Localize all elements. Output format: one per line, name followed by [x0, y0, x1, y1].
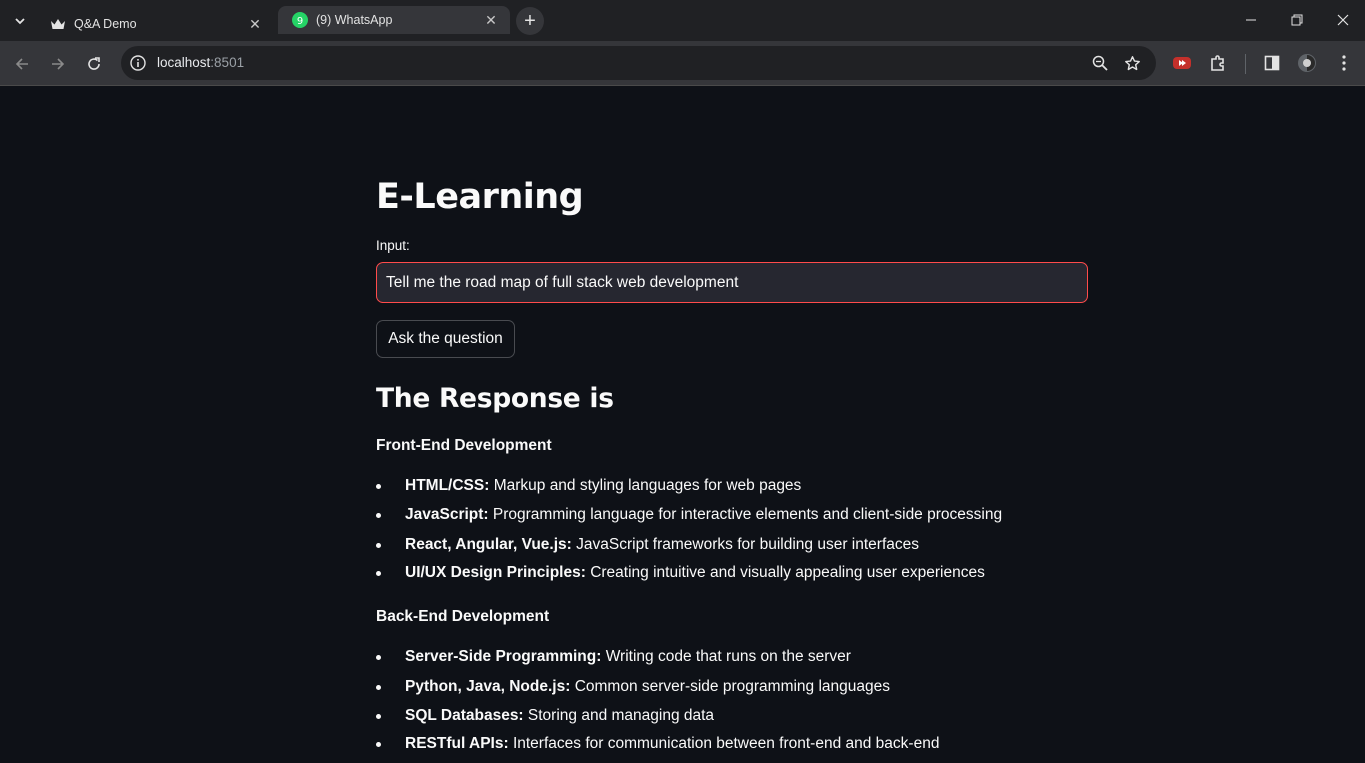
list-item: Server-Side Programming: Writing code th…	[376, 648, 939, 678]
bullet-dot	[376, 543, 381, 548]
side-panel-icon[interactable]	[1261, 52, 1283, 74]
item-term: HTML/CSS:	[405, 477, 490, 494]
frontend-list: HTML/CSS: Markup and styling languages f…	[376, 477, 1002, 592]
bullet-dot	[376, 513, 381, 518]
address-host: localhost	[157, 55, 211, 70]
bullet-dot	[376, 484, 381, 489]
ask-question-button[interactable]: Ask the question	[376, 320, 515, 358]
site-info-icon[interactable]	[129, 54, 147, 72]
crown-icon	[50, 16, 66, 32]
address-bar[interactable]: localhost:8501	[121, 46, 1156, 80]
section-title: Front-End Development	[376, 437, 552, 454]
list-item: UI/UX Design Principles: Creating intuit…	[376, 564, 1002, 592]
list-item: React, Angular, Vue.js: JavaScript frame…	[376, 536, 1002, 564]
close-tab-icon[interactable]: ✕	[246, 15, 264, 33]
extensions-puzzle-icon[interactable]	[1207, 52, 1229, 74]
list-item: JavaScript: Programming language for int…	[376, 506, 1002, 536]
item-desc: Interfaces for communication between fro…	[508, 735, 940, 752]
section-title: Back-End Development	[376, 608, 550, 625]
item-desc: Storing and managing data	[523, 707, 715, 724]
item-desc: Creating intuitive and visually appealin…	[585, 564, 985, 581]
item-term: Server-Side Programming:	[405, 648, 602, 665]
new-tab-button[interactable]: +	[516, 7, 544, 35]
bullet-dot	[376, 655, 381, 660]
reload-icon[interactable]	[81, 51, 107, 77]
tab-qa-demo[interactable]: Q&A Demo ✕	[36, 7, 274, 41]
item-term: RESTful APIs:	[405, 735, 509, 752]
item-desc: Writing code that runs on the server	[601, 648, 851, 665]
bullet-dot	[376, 714, 381, 719]
list-item: HTML/CSS: Markup and styling languages f…	[376, 477, 1002, 506]
item-desc: Common server-side programming languages	[570, 678, 891, 695]
tab-title: (9) WhatsApp	[316, 13, 393, 27]
zoom-icon[interactable]	[1091, 54, 1109, 72]
toolbar-divider	[1245, 54, 1246, 74]
bullet-dot	[376, 742, 381, 747]
minimize-icon[interactable]	[1237, 8, 1265, 32]
list-item: Python, Java, Node.js: Common server-sid…	[376, 678, 939, 707]
tab-whatsapp[interactable]: 9 (9) WhatsApp ✕	[278, 6, 510, 34]
item-desc: Markup and styling languages for web pag…	[489, 477, 802, 494]
close-tab-icon[interactable]: ✕	[482, 11, 500, 29]
bullet-dot	[376, 685, 381, 690]
item-term: React, Angular, Vue.js:	[405, 536, 572, 553]
tab-search-chevron-icon[interactable]	[8, 9, 32, 33]
browser-toolbar: localhost:8501	[0, 41, 1365, 86]
list-item: SQL Databases: Storing and managing data	[376, 707, 939, 735]
tab-title: Q&A Demo	[74, 17, 137, 31]
address-text: localhost:8501	[157, 55, 244, 70]
page-title: E-Learning	[376, 177, 584, 217]
profile-avatar-icon[interactable]	[1296, 52, 1318, 74]
response-heading: The Response is	[376, 383, 614, 414]
item-desc: JavaScript frameworks for building user …	[571, 536, 919, 553]
list-item: RESTful APIs: Interfaces for communicati…	[376, 735, 939, 763]
whatsapp-icon: 9	[292, 12, 308, 28]
address-port: :8501	[210, 55, 245, 70]
browser-menu-icon[interactable]	[1333, 52, 1355, 74]
forward-arrow-icon[interactable]	[45, 51, 71, 77]
item-term: Python, Java, Node.js:	[405, 678, 571, 695]
youtube-extension-icon[interactable]	[1171, 52, 1193, 74]
close-window-icon[interactable]	[1329, 8, 1357, 32]
back-arrow-icon[interactable]	[9, 51, 35, 77]
item-term: JavaScript:	[405, 506, 489, 523]
bullet-dot	[376, 571, 381, 576]
item-term: SQL Databases:	[405, 707, 524, 724]
restore-icon[interactable]	[1283, 8, 1311, 32]
input-label: Input:	[376, 238, 410, 253]
bookmark-star-icon[interactable]	[1123, 54, 1141, 72]
whatsapp-badge: 9	[297, 16, 303, 27]
backend-list: Server-Side Programming: Writing code th…	[376, 648, 939, 763]
question-input[interactable]	[376, 262, 1088, 303]
tab-strip: Q&A Demo ✕ 9 (9) WhatsApp ✕ +	[0, 0, 1365, 41]
item-desc: Programming language for interactive ele…	[488, 506, 1003, 523]
item-term: UI/UX Design Principles:	[405, 564, 586, 581]
